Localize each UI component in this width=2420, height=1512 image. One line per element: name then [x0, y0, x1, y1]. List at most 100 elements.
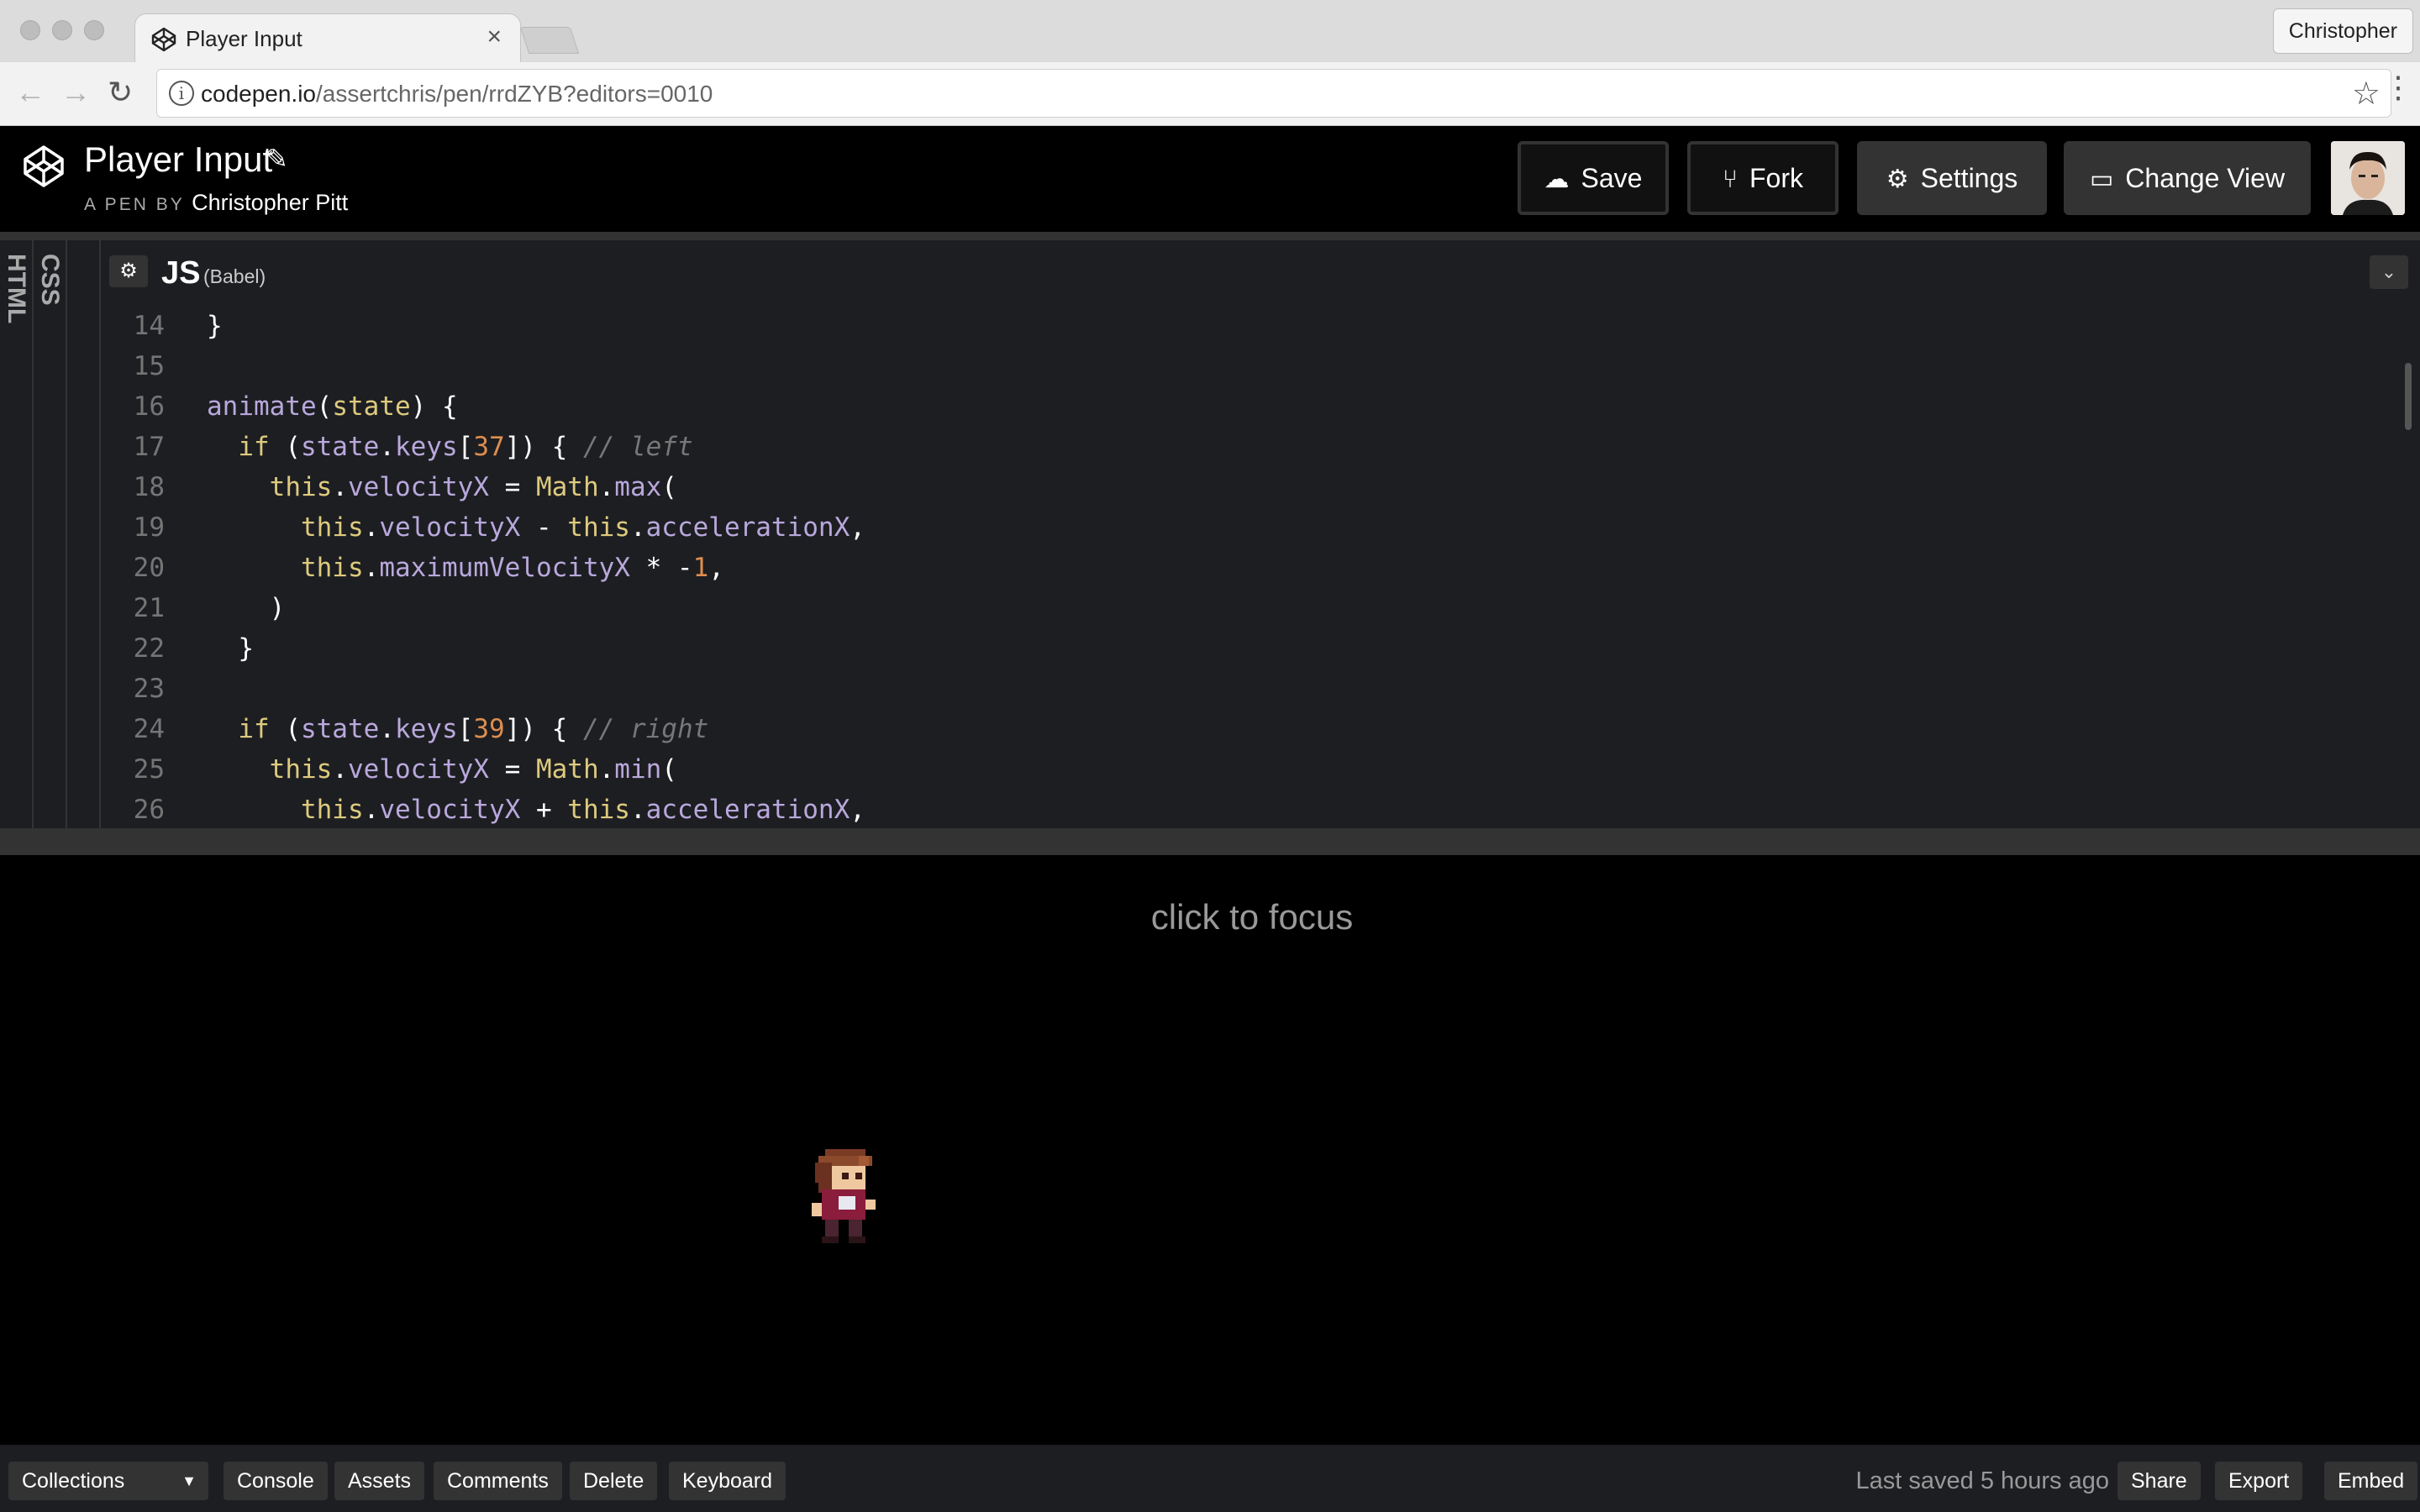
code-token: state	[300, 432, 380, 462]
console-button[interactable]: Console	[224, 1462, 328, 1500]
code-token: -	[520, 512, 568, 543]
editor-preview-resizer[interactable]	[0, 828, 2420, 855]
code-line[interactable]: 23	[101, 669, 2370, 709]
line-number: 24	[133, 714, 165, 744]
save-button[interactable]: ☁ Save	[1518, 141, 1669, 215]
new-tab-button[interactable]	[519, 27, 580, 54]
code-token: =	[488, 754, 536, 785]
code-line[interactable]: 18 this.velocityX = Math.max(	[101, 467, 2370, 507]
back-arrow-icon[interactable]: ←	[15, 76, 45, 109]
code-token: state	[300, 714, 380, 744]
profile-button[interactable]: Christopher	[2272, 8, 2413, 54]
code-line[interactable]: 19 this.velocityX - this.accelerationX,	[101, 507, 2370, 548]
code-line[interactable]: 26 this.velocityX + this.accelerationX,	[101, 790, 2370, 830]
assets-button[interactable]: Assets	[334, 1462, 425, 1500]
bookmark-star-icon[interactable]: ☆	[2352, 75, 2381, 113]
collections-dropdown[interactable]: Collections ▼	[8, 1462, 208, 1500]
code-line[interactable]: 22 }	[101, 628, 2370, 669]
close-tab-icon[interactable]: ×	[487, 23, 502, 51]
code-line[interactable]: 14}	[101, 306, 2370, 346]
code-token: accelerationX	[645, 795, 850, 825]
embed-button[interactable]: Embed	[2324, 1462, 2418, 1500]
js-settings-gear-icon[interactable]: ⚙	[109, 255, 148, 287]
cloud-icon: ☁	[1544, 165, 1570, 193]
code-token: .	[332, 472, 348, 502]
code-token: this	[300, 795, 364, 825]
editor-scrollbar[interactable]	[2405, 363, 2412, 430]
preview-pane[interactable]: click to focus	[0, 855, 2420, 1445]
code-token: (	[269, 714, 301, 744]
html-panel-collapsed[interactable]: HTML	[0, 240, 34, 840]
code-line[interactable]: 17 if (state.keys[37]) { // left	[101, 427, 2370, 467]
chevron-down-icon[interactable]: ⌄	[2370, 255, 2408, 289]
code-token: this	[567, 512, 630, 543]
codepen-favicon-icon	[151, 27, 176, 52]
code-token: 37	[473, 432, 505, 462]
info-icon[interactable]: i	[169, 81, 194, 106]
code-token: keys	[394, 432, 458, 462]
browser-menu-icon[interactable]: ⋮	[2383, 71, 2413, 104]
line-number: 25	[133, 754, 165, 785]
line-number: 17	[133, 432, 165, 462]
code-line[interactable]: 25 this.velocityX = Math.min(	[101, 749, 2370, 790]
code-editor[interactable]: 14} 15 16 animate(state) {17 if (state.keys…	[101, 299, 2412, 832]
code-token: ,	[708, 553, 724, 583]
code-token: if	[238, 432, 270, 462]
code-token: .	[598, 472, 615, 502]
browser-toolbar: ← → ↻ i codepen.io/assertchris/pen/rrdZY…	[0, 62, 2420, 126]
edit-title-pencil-icon[interactable]: ✎	[266, 143, 288, 175]
export-button[interactable]: Export	[2215, 1462, 2303, 1500]
code-line[interactable]: 20 this.maximumVelocityX * -1,	[101, 548, 2370, 588]
avatar[interactable]	[2331, 141, 2405, 215]
code-line[interactable]: 15	[101, 346, 2370, 386]
caret-down-icon: ▼	[182, 1473, 197, 1489]
line-number: 20	[133, 553, 165, 583]
line-number: 14	[133, 311, 165, 341]
forward-arrow-icon[interactable]: →	[60, 76, 91, 109]
fork-button[interactable]: ⑂ Fork	[1687, 141, 1839, 215]
window-minimize-button[interactable]	[52, 20, 72, 40]
pen-title: Player Input	[84, 139, 273, 179]
window-close-button[interactable]	[20, 20, 40, 40]
line-number: 26	[133, 795, 165, 825]
browser-tab-active[interactable]: Player Input ×	[134, 13, 521, 64]
code-token: this	[300, 553, 364, 583]
reload-icon[interactable]: ↻	[108, 76, 133, 109]
comments-button[interactable]: Comments	[434, 1462, 562, 1500]
code-token: (	[316, 391, 333, 422]
code-token: velocityX	[379, 795, 521, 825]
settings-button[interactable]: ⚙ Settings	[1857, 141, 2047, 215]
click-to-focus-text: click to focus	[1150, 897, 1354, 937]
code-token: (	[269, 432, 301, 462]
code-token: 1	[692, 553, 709, 583]
code-token: )	[207, 593, 286, 623]
code-token: ,	[850, 795, 865, 825]
codepen-logo-icon[interactable]	[20, 143, 67, 190]
keyboard-button[interactable]: Keyboard	[669, 1462, 786, 1500]
code-token: (	[661, 472, 677, 502]
css-panel-collapsed[interactable]: CSS	[34, 240, 67, 840]
js-preprocessor-label: (Babel)	[203, 265, 266, 287]
delete-button[interactable]: Delete	[570, 1462, 658, 1500]
code-token: [	[457, 714, 474, 744]
code-line[interactable]: 16 animate(state) {	[101, 386, 2370, 427]
code-token: 39	[473, 714, 505, 744]
code-token: // left	[582, 432, 693, 462]
share-button[interactable]: Share	[2118, 1462, 2201, 1500]
editor-top-border	[0, 232, 2420, 240]
code-token: .	[379, 432, 395, 462]
window-zoom-button[interactable]	[84, 20, 104, 40]
author-link[interactable]: Christopher Pitt	[192, 190, 348, 215]
change-view-button[interactable]: ▭ Change View	[2064, 141, 2311, 215]
address-bar[interactable]: i codepen.io/assertchris/pen/rrdZYB?edit…	[156, 69, 2391, 118]
js-panel-header: ⚙ JS (Babel) ⌄	[101, 245, 2420, 299]
code-line[interactable]: 24 if (state.keys[39]) { // right	[101, 709, 2370, 749]
line-number: 18	[133, 472, 165, 502]
collections-label: Collections	[22, 1469, 125, 1493]
line-number: 22	[133, 633, 165, 664]
code-line[interactable]: 21 )	[101, 588, 2370, 628]
code-token: .	[363, 795, 380, 825]
